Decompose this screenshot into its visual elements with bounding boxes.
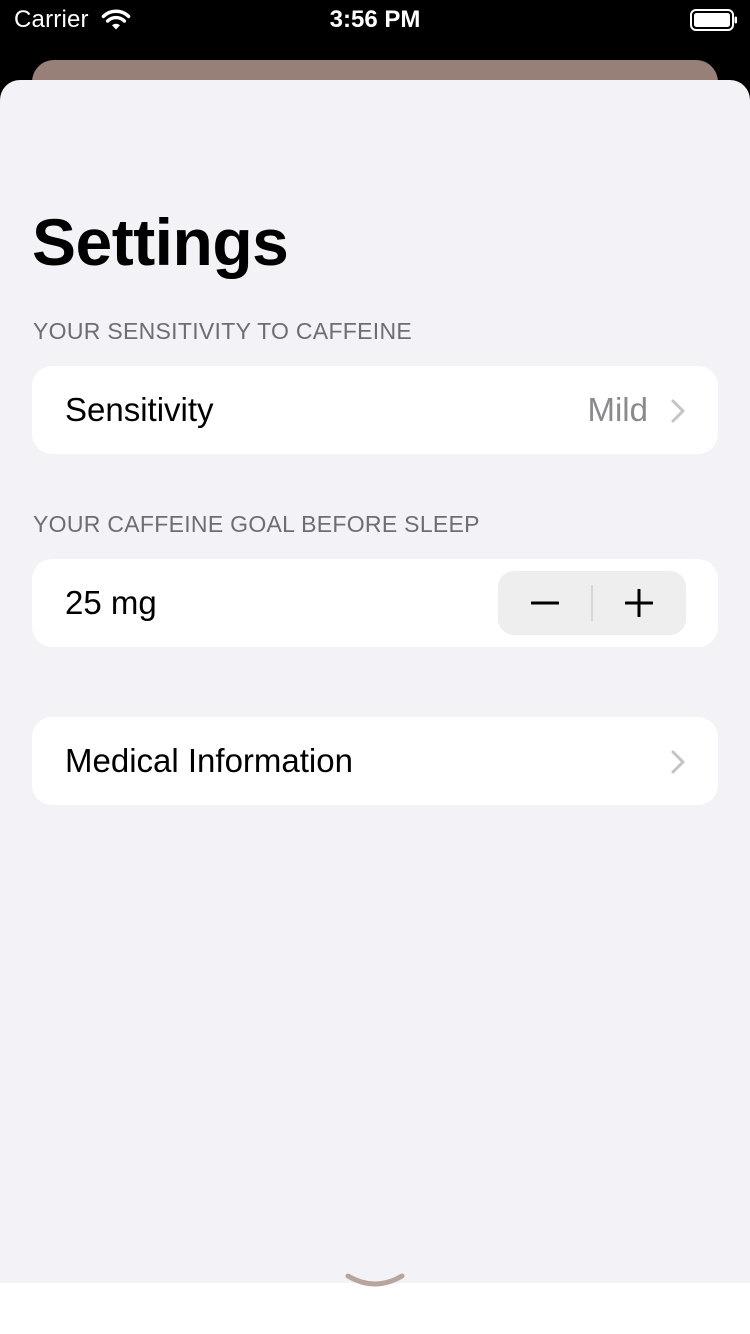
- sensitivity-label: Sensitivity: [65, 391, 214, 428]
- settings-sheet: Settings YOUR SENSITIVITY TO CAFFEINE Se…: [0, 80, 750, 1334]
- increment-button[interactable]: [592, 571, 686, 635]
- goal-value: 25 mg: [65, 584, 157, 621]
- dismiss-chevron-icon[interactable]: [343, 1270, 407, 1292]
- medical-information-row[interactable]: Medical Information: [32, 717, 718, 805]
- sensitivity-row[interactable]: Sensitivity Mild: [32, 366, 718, 454]
- battery-icon: [690, 9, 737, 31]
- goal-row: 25 mg: [32, 559, 718, 647]
- sensitivity-value: Mild: [587, 391, 648, 428]
- minus-icon: [531, 601, 559, 605]
- sensitivity-section-header: YOUR SENSITIVITY TO CAFFEINE: [33, 318, 413, 344]
- medical-information-label: Medical Information: [65, 742, 353, 779]
- decrement-button[interactable]: [498, 571, 592, 635]
- status-time: 3:56 PM: [329, 6, 421, 33]
- chevron-right-icon: [671, 750, 685, 774]
- plus-icon: [625, 589, 653, 617]
- goal-stepper[interactable]: [498, 571, 686, 635]
- goal-section-header: YOUR CAFFEINE GOAL BEFORE SLEEP: [33, 511, 480, 537]
- page-title: Settings: [32, 205, 289, 279]
- chevron-right-icon: [671, 399, 685, 423]
- screen: Carrier 3:56 PM Settings YOUR SENSITIVIT…: [0, 0, 750, 1334]
- status-bar: Carrier 3:56 PM: [0, 0, 750, 44]
